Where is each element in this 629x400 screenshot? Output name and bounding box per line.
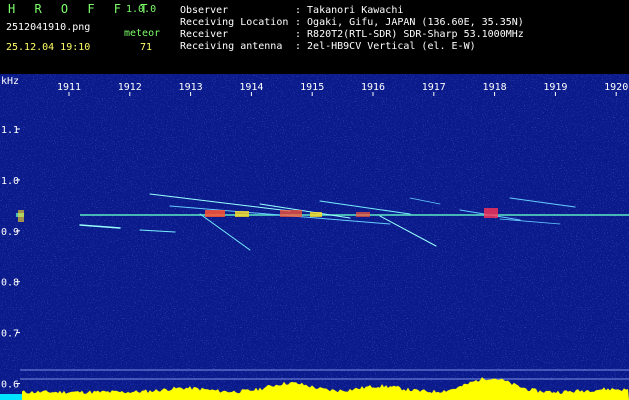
x-tick-label: 1912 (118, 82, 142, 93)
x-tick-label: 1918 (483, 82, 507, 93)
y-tick-label: 0.6 (1, 380, 19, 391)
echo-hotspot (356, 212, 370, 217)
echo-hotspot (18, 210, 24, 222)
y-tick-label: 0.8 (1, 278, 19, 289)
y-tick-label: 0.7 (1, 329, 19, 340)
info-value-receiver: : R820T2(RTL-SDR) SDR-Sharp 53.1000MHz (295, 29, 524, 40)
info-label-receiver: Receiver (180, 29, 229, 40)
x-tick-label: 1920 (604, 82, 628, 93)
echo-hotspot (205, 210, 225, 217)
y-tick-label: 1.0 (1, 176, 19, 187)
info-label-location: Receiving Location (180, 17, 289, 28)
info-value-location: : Ogaki, Gifu, JAPAN (136.60E, 35.35N) (295, 17, 524, 28)
datetime: 25.12.04 19:10 (6, 42, 91, 53)
event-count: 71 (140, 42, 153, 53)
spectrogram-noise (0, 74, 629, 400)
info-value-antenna: : 2el-HB9CV Vertical (el. E-W) (295, 41, 476, 52)
mode-label: meteor (124, 28, 161, 39)
info-label-observer: Observer (180, 5, 229, 16)
app-version: 1.0.0 (126, 4, 157, 15)
y-axis-unit: kHz (1, 76, 19, 87)
x-tick-label: 1914 (239, 82, 263, 93)
x-tick-label: 1919 (543, 82, 567, 93)
header-panel: H R O F F T 1.0.0 2512041910.png meteor … (0, 0, 629, 74)
power-trace-marker (0, 394, 22, 400)
y-tick-label: 1.1 (1, 125, 19, 136)
x-tick-label: 1911 (57, 82, 81, 93)
echo-hotspot (280, 210, 302, 217)
x-tick-label: 1916 (361, 82, 385, 93)
echo-hotspot (484, 208, 498, 218)
spectrogram: kHz 1911 1912 1913 1914 1915 1916 1917 1918 1919… (0, 74, 629, 400)
info-label-antenna: Receiving antenna (180, 41, 283, 52)
filename: 2512041910.png (6, 22, 91, 33)
y-tick-label: 0.9 (1, 227, 19, 238)
x-tick-label: 1915 (300, 82, 324, 93)
x-tick-label: 1913 (179, 82, 203, 93)
x-tick-label: 1917 (422, 82, 446, 93)
echo-hotspot (310, 212, 322, 217)
info-value-observer: : Takanori Kawachi (295, 5, 404, 16)
echo-hotspot (235, 211, 249, 217)
